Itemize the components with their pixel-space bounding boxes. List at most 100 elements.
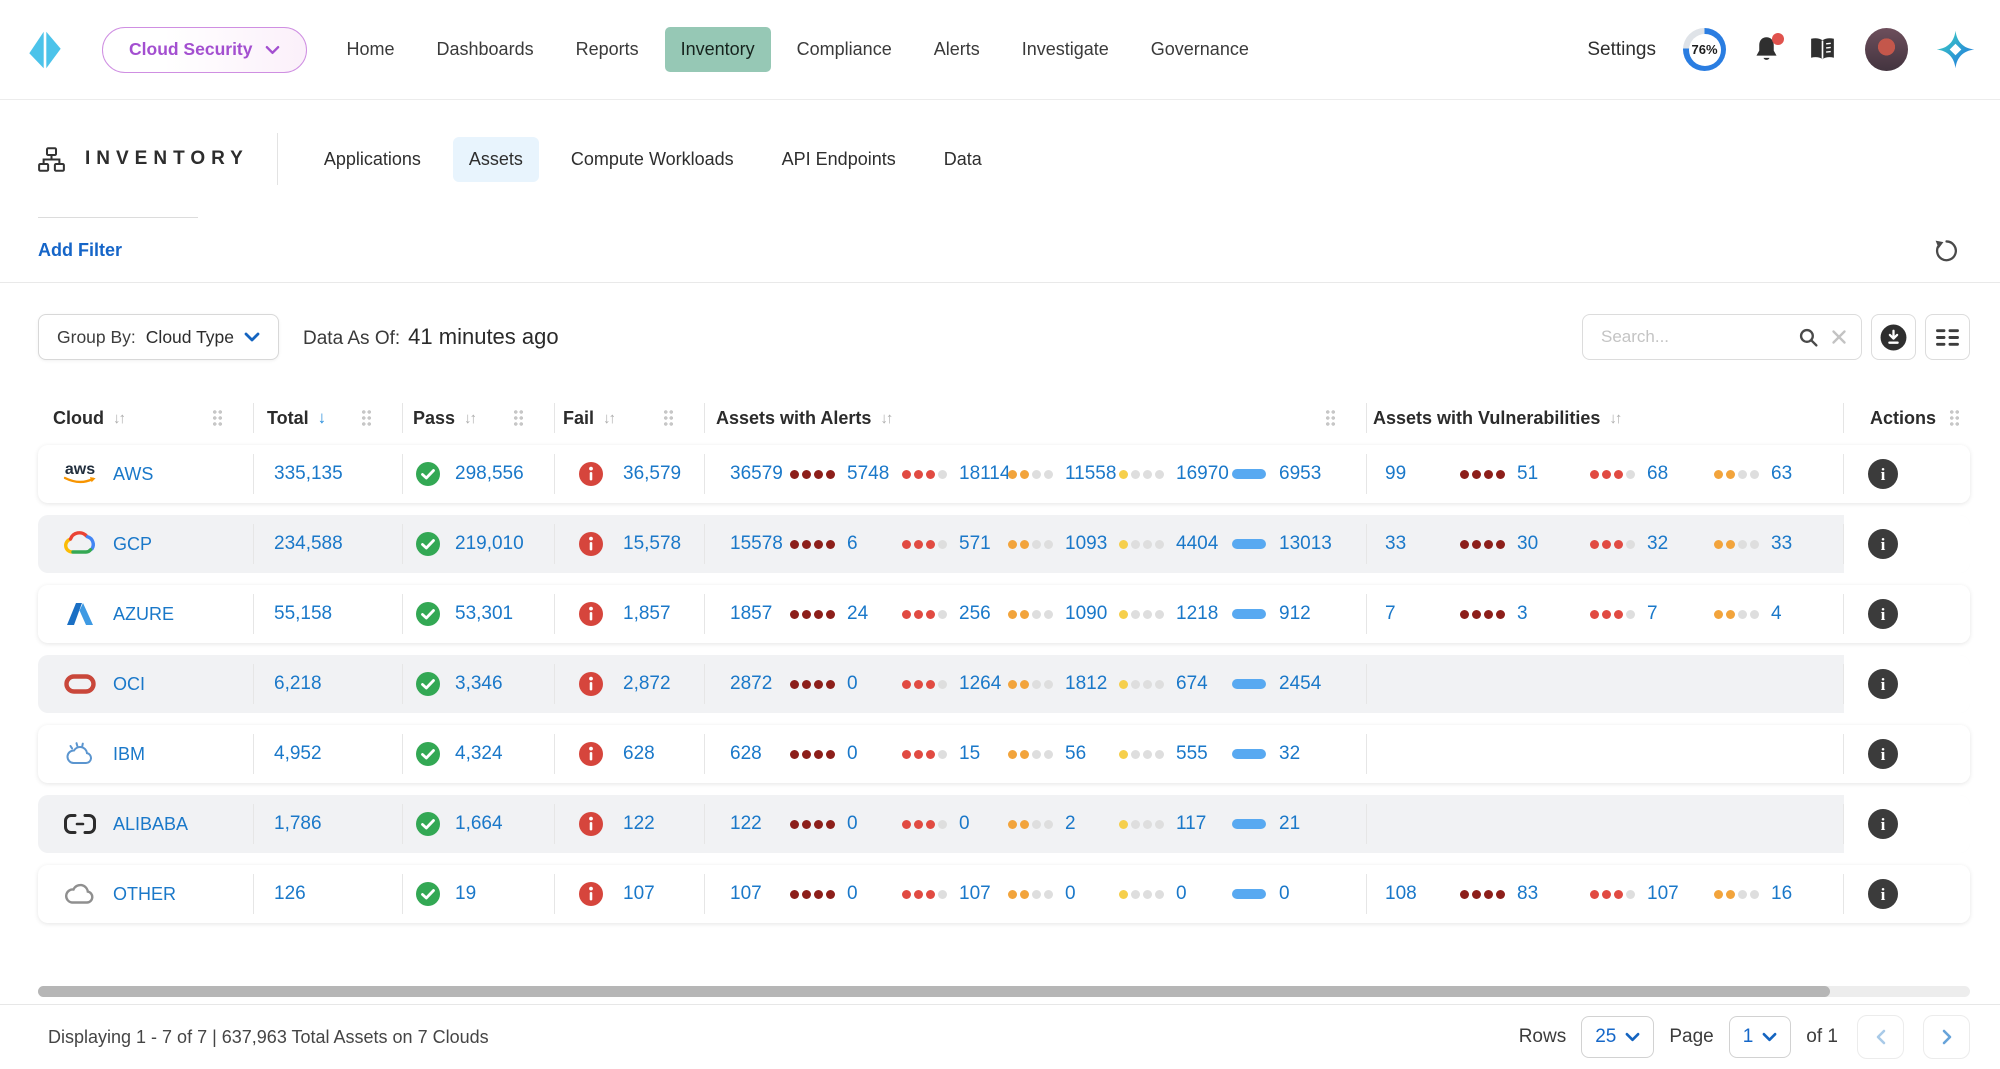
total-value[interactable]: 55,158 <box>274 603 332 625</box>
search-icon[interactable] <box>1798 327 1819 348</box>
critical-count[interactable]: 83 <box>1517 883 1538 905</box>
medium-count[interactable]: 56 <box>1065 743 1086 765</box>
critical-count[interactable]: 0 <box>847 813 858 835</box>
low-count[interactable]: 16970 <box>1176 463 1229 485</box>
critical-count[interactable]: 0 <box>847 883 858 905</box>
nav-item-investigate[interactable]: Investigate <box>1006 27 1125 72</box>
nav-item-governance[interactable]: Governance <box>1135 27 1265 72</box>
search-input[interactable] <box>1599 326 1788 348</box>
high-count[interactable]: 107 <box>1647 883 1679 905</box>
user-avatar[interactable] <box>1865 28 1908 71</box>
cloud-link[interactable]: ALIBABA <box>113 814 188 835</box>
row-info-button[interactable] <box>1868 809 1898 839</box>
low-count[interactable]: 117 <box>1176 813 1206 835</box>
critical-count[interactable]: 0 <box>847 743 858 765</box>
reset-filters-undo-icon[interactable] <box>1929 234 1962 267</box>
progress-ring[interactable]: 76% <box>1683 28 1726 71</box>
info-count[interactable]: 13013 <box>1279 533 1332 555</box>
low-count[interactable]: 4404 <box>1176 533 1218 555</box>
vulns-total[interactable]: 33 <box>1385 533 1406 555</box>
nav-item-home[interactable]: Home <box>331 27 411 72</box>
alerts-total[interactable]: 2872 <box>730 673 772 695</box>
pass-value[interactable]: 1,664 <box>455 813 503 835</box>
high-count[interactable]: 18114 <box>959 463 1010 485</box>
drag-handle-icon[interactable] <box>212 409 223 427</box>
high-count[interactable]: 571 <box>959 533 991 555</box>
medium-count[interactable]: 4 <box>1771 603 1782 625</box>
docs-book-icon[interactable] <box>1807 36 1838 63</box>
critical-count[interactable]: 3 <box>1517 603 1528 625</box>
medium-count[interactable]: 16 <box>1771 883 1792 905</box>
info-count[interactable]: 0 <box>1279 883 1290 905</box>
tab-data[interactable]: Data <box>928 137 998 182</box>
alerts-total[interactable]: 107 <box>730 883 762 905</box>
fail-value[interactable]: 2,872 <box>623 673 671 695</box>
cloud-link[interactable]: AWS <box>113 464 153 485</box>
alerts-total[interactable]: 628 <box>730 743 762 765</box>
total-value[interactable]: 1,786 <box>274 813 322 835</box>
info-count[interactable]: 32 <box>1279 743 1300 765</box>
drag-handle-icon[interactable] <box>663 409 674 427</box>
fail-value[interactable]: 15,578 <box>623 533 681 555</box>
total-value[interactable]: 4,952 <box>274 743 322 765</box>
pass-value[interactable]: 219,010 <box>455 533 524 555</box>
medium-count[interactable]: 1093 <box>1065 533 1107 555</box>
alerts-total[interactable]: 1857 <box>730 603 772 625</box>
fail-value[interactable]: 107 <box>623 883 655 905</box>
low-count[interactable]: 674 <box>1176 673 1208 695</box>
high-count[interactable]: 7 <box>1647 603 1658 625</box>
info-count[interactable]: 912 <box>1279 603 1311 625</box>
vulns-total[interactable]: 99 <box>1385 463 1406 485</box>
critical-count[interactable]: 24 <box>847 603 868 625</box>
scrollbar-thumb[interactable] <box>38 986 1830 997</box>
nav-item-dashboards[interactable]: Dashboards <box>421 27 550 72</box>
nav-item-alerts[interactable]: Alerts <box>918 27 996 72</box>
total-value[interactable]: 335,135 <box>274 463 343 485</box>
tab-assets[interactable]: Assets <box>453 137 539 182</box>
alerts-total[interactable]: 122 <box>730 813 762 835</box>
add-filter-link[interactable]: Add Filter <box>38 240 122 261</box>
row-info-button[interactable] <box>1868 599 1898 629</box>
tab-api-endpoints[interactable]: API Endpoints <box>766 137 912 182</box>
medium-count[interactable]: 2 <box>1065 813 1076 835</box>
sorted-desc-icon[interactable]: ↓ <box>318 408 327 428</box>
info-count[interactable]: 21 <box>1279 813 1300 835</box>
settings-link[interactable]: Settings <box>1587 39 1656 61</box>
sort-icon[interactable]: ↓↑ <box>880 410 891 427</box>
scrollbar-track[interactable] <box>38 986 1970 997</box>
cloud-link[interactable]: GCP <box>113 534 152 555</box>
high-count[interactable]: 32 <box>1647 533 1668 555</box>
row-info-button[interactable] <box>1868 739 1898 769</box>
sort-icon[interactable]: ↓↑ <box>464 410 475 427</box>
pass-value[interactable]: 53,301 <box>455 603 513 625</box>
alerts-total[interactable]: 15578 <box>730 533 783 555</box>
page-select[interactable]: 1 <box>1729 1016 1792 1058</box>
critical-count[interactable]: 51 <box>1517 463 1538 485</box>
info-count[interactable]: 6953 <box>1279 463 1321 485</box>
group-by-dropdown[interactable]: Group By: Cloud Type <box>38 314 279 360</box>
total-value[interactable]: 126 <box>274 883 306 905</box>
drag-handle-icon[interactable] <box>1949 409 1960 427</box>
rows-per-page-select[interactable]: 25 <box>1581 1016 1654 1058</box>
tab-applications[interactable]: Applications <box>308 137 437 182</box>
high-count[interactable]: 68 <box>1647 463 1668 485</box>
high-count[interactable]: 107 <box>959 883 991 905</box>
medium-count[interactable]: 1812 <box>1065 673 1107 695</box>
drag-handle-icon[interactable] <box>1325 409 1336 427</box>
fail-value[interactable]: 628 <box>623 743 655 765</box>
fail-value[interactable]: 122 <box>623 813 655 835</box>
alerts-total[interactable]: 36579 <box>730 463 783 485</box>
medium-count[interactable]: 1090 <box>1065 603 1107 625</box>
vulns-total[interactable]: 108 <box>1385 883 1417 905</box>
nav-item-compliance[interactable]: Compliance <box>781 27 908 72</box>
column-settings-button[interactable] <box>1925 314 1970 360</box>
info-count[interactable]: 2454 <box>1279 673 1321 695</box>
critical-count[interactable]: 5748 <box>847 463 889 485</box>
row-info-button[interactable] <box>1868 459 1898 489</box>
medium-count[interactable]: 11558 <box>1065 463 1116 485</box>
critical-count[interactable]: 30 <box>1517 533 1538 555</box>
row-info-button[interactable] <box>1868 879 1898 909</box>
cloud-link[interactable]: OTHER <box>113 884 176 905</box>
pass-value[interactable]: 19 <box>455 883 476 905</box>
fail-value[interactable]: 36,579 <box>623 463 681 485</box>
